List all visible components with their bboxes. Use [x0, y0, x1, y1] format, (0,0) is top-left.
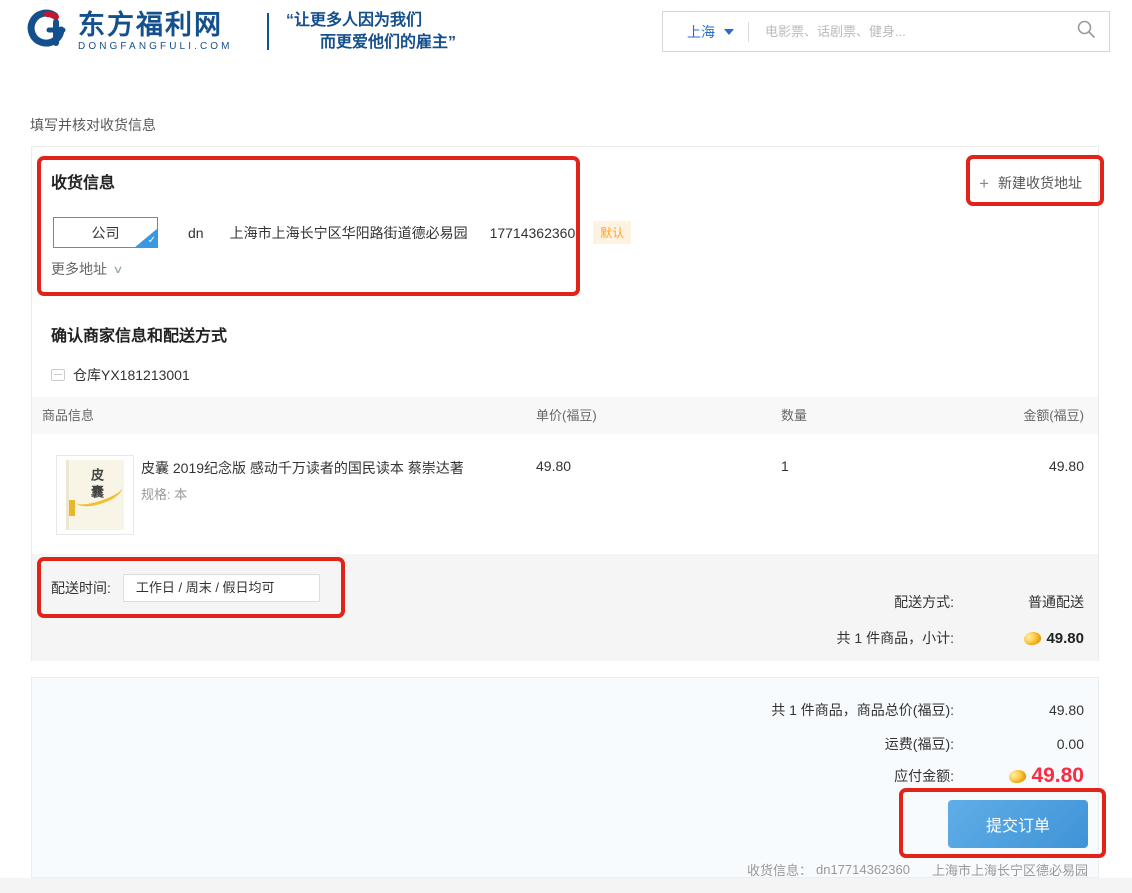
slogan-line-2: 而更爱他们的雇主”: [286, 32, 456, 54]
subtotal-label: 共 1 件商品，小计:: [837, 628, 954, 648]
column-price: 单价(福豆): [536, 397, 597, 434]
brand-logo-icon[interactable]: [26, 9, 70, 53]
product-quantity: 1: [781, 458, 789, 474]
brand-logo-text[interactable]: 东方福利网 DONGFANGFULI.COM: [78, 11, 233, 52]
payable-value-wrap: 49.80: [954, 764, 1084, 788]
brand-domain: DONGFANGFULI.COM: [78, 41, 233, 52]
delivery-time-label: 配送时间:: [51, 578, 111, 598]
product-row: 皮囊 皮囊 2019纪念版 感动千万读者的国民读本 蔡崇达著 规格: 本 49.…: [32, 434, 1098, 554]
footer-phone: dn17714362360: [816, 862, 910, 877]
footer-address: 上海市上海长宁区德必易园: [932, 860, 1088, 879]
column-qty: 数量: [781, 397, 807, 434]
product-table-header: 商品信息 单价(福豆) 数量 金额(福豆): [32, 397, 1098, 434]
address-tag-company[interactable]: 公司 ✓: [53, 217, 158, 248]
page-title: 填写并核对收货信息: [30, 115, 156, 135]
product-unit-price: 49.80: [536, 458, 571, 474]
city-name: 上海: [687, 22, 715, 42]
book-cover-title: 皮囊: [87, 468, 106, 502]
product-spec: 规格: 本: [141, 484, 187, 503]
default-badge: 默认: [593, 221, 631, 244]
payable-value: 49.80: [1031, 764, 1084, 788]
more-addresses-toggle[interactable]: 更多地址 ∨: [51, 259, 122, 279]
search-input[interactable]: [749, 24, 1076, 39]
total-label: 共 1 件商品，商品总价(福豆):: [771, 700, 954, 720]
delivery-options-block: 配送时间: 工作日 / 周末 / 假日均可 配送方式: 普通配送 共 1 件商品…: [32, 554, 1098, 661]
header-divider: [267, 13, 269, 50]
shipping-info-title: 收货信息: [51, 169, 115, 193]
shipping-fee-row: 运费(福豆): 0.00: [885, 734, 1084, 754]
address-tag-label: 公司: [92, 223, 120, 243]
subtotal-value: 49.80: [1046, 630, 1084, 647]
payable-row: 应付金额: 49.80: [894, 764, 1084, 788]
shipping-method-value: 普通配送: [954, 592, 1084, 612]
search-icon[interactable]: [1076, 19, 1096, 44]
column-product: 商品信息: [42, 397, 94, 434]
total-row: 共 1 件商品，商品总价(福豆): 49.80: [771, 700, 1084, 720]
column-amount: 金额(福豆): [1023, 397, 1084, 434]
site-header: 东方福利网 DONGFANGFULI.COM “让更多人因为我们 而更爱他们的雇…: [0, 0, 1132, 62]
search-bar: 上海: [662, 11, 1110, 52]
book-cover-image: 皮囊: [66, 460, 124, 530]
new-address-button[interactable]: + 新建收货地址: [979, 173, 1082, 193]
new-address-label: 新建收货地址: [998, 173, 1082, 193]
warehouse-name: 仓库YX181213001: [73, 365, 190, 385]
delivery-time-row: 配送时间: 工作日 / 周末 / 假日均可: [51, 574, 320, 602]
chevron-down-icon: ∨: [112, 263, 123, 276]
book-cover-label: [66, 500, 75, 516]
fudou-bean-icon: [1008, 767, 1028, 785]
checkout-page: 东方福利网 DONGFANGFULI.COM “让更多人因为我们 而更爱他们的雇…: [0, 0, 1132, 893]
recipient-name: dn: [188, 225, 204, 241]
submit-order-button[interactable]: 提交订单: [948, 800, 1088, 848]
subtotal-row: 共 1 件商品，小计: 49.80: [837, 628, 1084, 648]
subtotal-value-wrap: 49.80: [954, 630, 1084, 647]
payable-label: 应付金额:: [894, 766, 954, 786]
warehouse-row: 仓库YX181213001: [51, 365, 190, 385]
caret-down-icon: [724, 29, 734, 35]
recipient-phone: 17714362360: [490, 225, 576, 241]
brand-slogan: “让更多人因为我们 而更爱他们的雇主”: [286, 10, 456, 54]
fudou-bean-icon: [1023, 629, 1043, 647]
merchant-section-title: 确认商家信息和配送方式: [51, 322, 227, 346]
order-panel: 收货信息 + 新建收货地址 公司 ✓ dn 上海市上海长宁区华阳路街道德必易园 …: [31, 146, 1099, 661]
footer-label: 收货信息：: [747, 860, 812, 879]
address-row: 公司 ✓ dn 上海市上海长宁区华阳路街道德必易园 17714362360 默认: [53, 217, 631, 248]
delivery-time-select[interactable]: 工作日 / 周末 / 假日均可: [123, 574, 320, 602]
brand-name: 东方福利网: [78, 11, 233, 39]
product-name[interactable]: 皮囊 2019纪念版 感动千万读者的国民读本 蔡崇达著: [141, 458, 464, 478]
shipping-method-label: 配送方式:: [894, 592, 954, 612]
order-summary: 共 1 件商品，商品总价(福豆): 49.80 运费(福豆): 0.00 应付金…: [31, 677, 1099, 878]
total-value: 49.80: [954, 702, 1084, 718]
city-selector[interactable]: 上海: [663, 22, 748, 42]
shipping-fee-value: 0.00: [954, 736, 1084, 752]
slogan-line-1: “让更多人因为我们: [286, 10, 456, 32]
product-amount: 49.80: [1049, 458, 1084, 474]
product-thumbnail[interactable]: 皮囊: [56, 455, 134, 535]
warehouse-icon: [51, 369, 65, 381]
plus-icon: +: [979, 175, 989, 192]
shipping-method-row: 配送方式: 普通配送: [894, 592, 1084, 612]
shipping-fee-label: 运费(福豆):: [885, 734, 954, 754]
more-addresses-label: 更多地址: [51, 259, 107, 279]
summary-footer: 收货信息： dn17714362360 上海市上海长宁区德必易园: [747, 860, 1088, 879]
bottom-strip: [0, 878, 1132, 893]
check-icon: ✓: [148, 235, 156, 247]
recipient-address: 上海市上海长宁区华阳路街道德必易园: [230, 223, 468, 243]
